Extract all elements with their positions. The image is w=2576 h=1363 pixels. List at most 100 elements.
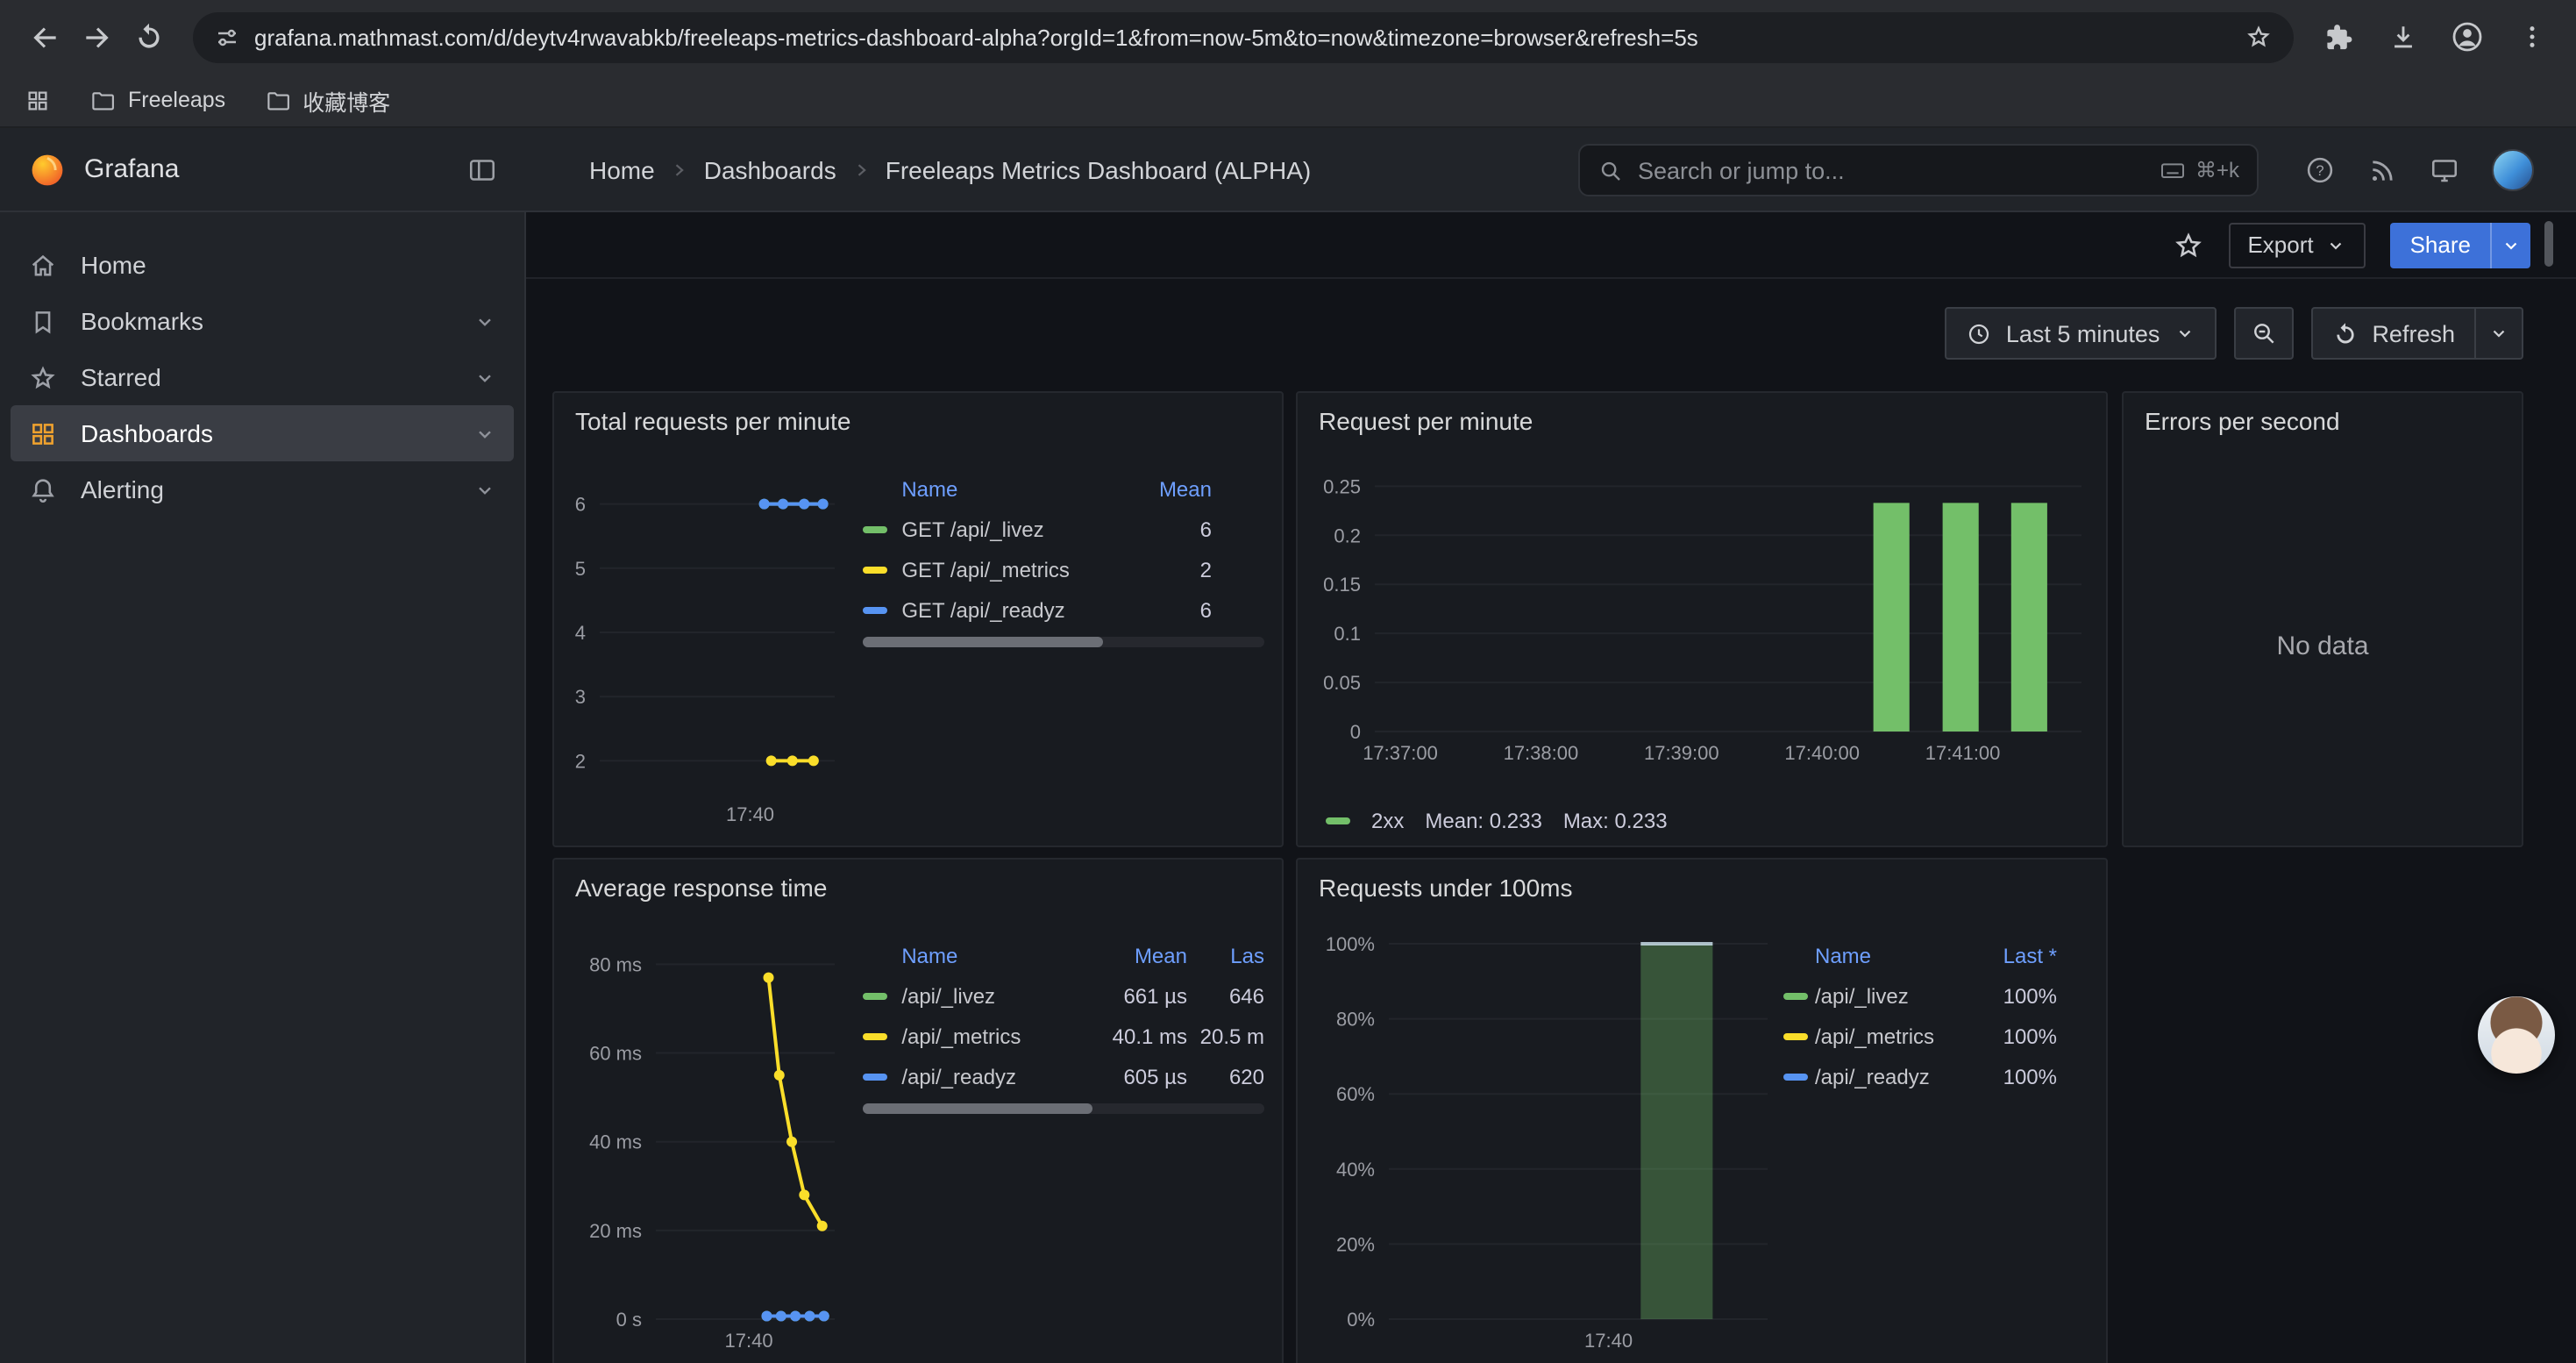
chart-request-per-minute[interactable]: 0.250.20.150.10.05017:37:0017:38:0017:39…	[1298, 446, 2106, 796]
news-rss-icon[interactable]	[2367, 155, 2397, 185]
series-name[interactable]: /api/_livez	[1815, 983, 1966, 1008]
site-info-icon[interactable]	[214, 24, 240, 50]
series-name[interactable]: GET /api/_readyz	[901, 597, 1142, 622]
svg-text:17:41:00: 17:41:00	[1925, 742, 2001, 764]
series-marker	[1783, 992, 1808, 999]
series-marker	[863, 992, 887, 999]
series-name[interactable]: /api/_readyz	[901, 1064, 1089, 1088]
bookmark-folder-blog[interactable]: 收藏博客	[264, 83, 390, 117]
series-value: 620	[1187, 1064, 1264, 1088]
downloads-icon[interactable]	[2376, 11, 2429, 63]
export-label: Export	[2247, 232, 2313, 258]
export-button[interactable]: Export	[2228, 222, 2366, 268]
bookmark-folder-freeleaps[interactable]: Freeleaps	[89, 87, 225, 113]
bookmark-label: Freeleaps	[128, 88, 225, 112]
profile-icon[interactable]	[2441, 11, 2494, 63]
series-name[interactable]: /api/_metrics	[901, 1024, 1089, 1048]
panel-title[interactable]: Average response time	[554, 860, 1282, 902]
legend-series-row[interactable]: GET /api/_readyz6	[863, 589, 1212, 630]
sidebar-item-label: Home	[81, 251, 146, 279]
series-name[interactable]: GET /api/_metrics	[901, 557, 1142, 582]
breadcrumb-current[interactable]: Freeleaps Metrics Dashboard (ALPHA)	[886, 155, 1312, 183]
assistant-avatar[interactable]	[2478, 996, 2555, 1074]
sidebar-item-bookmarks[interactable]: Bookmarks	[0, 293, 524, 349]
browser-menu-icon[interactable]	[2506, 11, 2558, 63]
time-range-picker[interactable]: Last 5 minutes	[1945, 307, 2217, 360]
sidebar-item-dashboards[interactable]: Dashboards	[11, 405, 514, 461]
chevron-down-icon	[2174, 323, 2195, 344]
sidebar-item-home[interactable]: Home	[0, 237, 524, 293]
chevron-down-icon	[2488, 323, 2509, 344]
bell-icon	[28, 475, 58, 504]
series-name[interactable]: GET /api/_livez	[901, 517, 1142, 541]
panel-title[interactable]: Requests under 100ms	[1298, 860, 2106, 902]
legend-series-row[interactable]: /api/_readyz100%	[1783, 1056, 2057, 1096]
chevron-down-icon[interactable]	[473, 422, 496, 445]
legend-series-row[interactable]: /api/_readyz605 µs620	[863, 1056, 1264, 1096]
svg-text:0: 0	[1350, 721, 1361, 743]
svg-text:40 ms: 40 ms	[589, 1131, 642, 1153]
sidebar-collapse-icon[interactable]	[466, 153, 498, 185]
dashboard-content: Export Share Last 5 minutes	[526, 212, 2576, 1363]
share-caret-button[interactable]	[2490, 222, 2530, 268]
bookmark-star-icon[interactable]	[2245, 23, 2273, 51]
series-value: 20.5 m	[1187, 1024, 1264, 1048]
share-button[interactable]: Share	[2391, 222, 2490, 268]
series-marker	[1326, 817, 1350, 824]
svg-text:100%: 100%	[1326, 933, 1375, 955]
favorite-star-button[interactable]	[2172, 229, 2203, 260]
search-input[interactable]: Search or jump to... ⌘+k	[1578, 144, 2259, 196]
series-value: 100%	[1966, 1064, 2057, 1088]
chevron-down-icon[interactable]	[473, 478, 496, 501]
svg-text:6: 6	[575, 494, 586, 516]
legend-series-row[interactable]: /api/_livez100%	[1783, 975, 2057, 1016]
url-text[interactable]: grafana.mathmast.com/d/deytv4rwavabkb/fr…	[254, 24, 2245, 50]
legend-scrollbar[interactable]	[863, 637, 1264, 647]
breadcrumb-home[interactable]: Home	[589, 155, 655, 183]
legend-series-row[interactable]: /api/_metrics100%	[1783, 1016, 2057, 1056]
search-icon	[1598, 157, 1624, 183]
breadcrumb-dashboards[interactable]: Dashboards	[704, 155, 836, 183]
sidebar-item-alerting[interactable]: Alerting	[0, 461, 524, 517]
extensions-icon[interactable]	[2311, 11, 2364, 63]
panel-title[interactable]: Total requests per minute	[554, 393, 1282, 435]
grafana-logo[interactable]	[28, 150, 67, 189]
monitor-icon[interactable]	[2429, 154, 2460, 186]
svg-text:0%: 0%	[1347, 1309, 1375, 1331]
refresh-button[interactable]: Refresh	[2312, 309, 2474, 358]
url-bar[interactable]: grafana.mathmast.com/d/deytv4rwavabkb/fr…	[193, 11, 2294, 62]
legend-series-row[interactable]: /api/_metrics40.1 ms20.5 m	[863, 1016, 1264, 1056]
browser-reload-button[interactable]	[123, 11, 175, 63]
legend-header: NameLast *	[1783, 937, 2057, 975]
apps-grid-icon[interactable]	[25, 87, 51, 113]
series-name[interactable]: /api/_livez	[901, 983, 1089, 1008]
zoom-out-button[interactable]	[2233, 307, 2293, 360]
chevron-down-icon[interactable]	[473, 366, 496, 389]
panel-title[interactable]: Errors per second	[2124, 393, 2522, 435]
chevron-down-icon[interactable]	[473, 310, 496, 332]
series-value: 6	[1142, 517, 1212, 541]
series-mean: Mean: 0.233	[1425, 809, 1541, 833]
legend-scrollbar[interactable]	[863, 1103, 1264, 1114]
series-marker	[863, 1032, 887, 1039]
series-name[interactable]: /api/_metrics	[1815, 1024, 1966, 1048]
legend-series-row[interactable]: GET /api/_livez6	[863, 509, 1212, 549]
chart-average-response-time[interactable]: 80 ms60 ms40 ms20 ms0 s17:40	[554, 912, 849, 1363]
browser-forward-button[interactable]	[70, 11, 123, 63]
chart-total-requests[interactable]: 6543217:40	[554, 446, 849, 846]
sidebar-item-starred[interactable]: Starred	[0, 349, 524, 405]
svg-text:60 ms: 60 ms	[589, 1043, 642, 1065]
browser-actions	[2311, 11, 2558, 63]
user-avatar[interactable]	[2492, 149, 2534, 191]
forward-icon	[80, 20, 113, 54]
chart-requests-under-100ms[interactable]: 100%80%60%40%20%0%17:40	[1298, 912, 1783, 1363]
legend-2xx[interactable]: 2xx Mean: 0.233 Max: 0.233	[1298, 796, 2106, 846]
panel-title[interactable]: Request per minute	[1298, 393, 2106, 435]
browser-back-button[interactable]	[18, 11, 70, 63]
legend-series-row[interactable]: /api/_livez661 µs646	[863, 975, 1264, 1016]
legend-series-row[interactable]: GET /api/_metrics2	[863, 549, 1212, 589]
help-icon[interactable]: ?	[2304, 154, 2336, 186]
refresh-interval-caret[interactable]	[2474, 309, 2522, 358]
series-name[interactable]: /api/_readyz	[1815, 1064, 1966, 1088]
page-scrollbar[interactable]	[2544, 221, 2553, 267]
